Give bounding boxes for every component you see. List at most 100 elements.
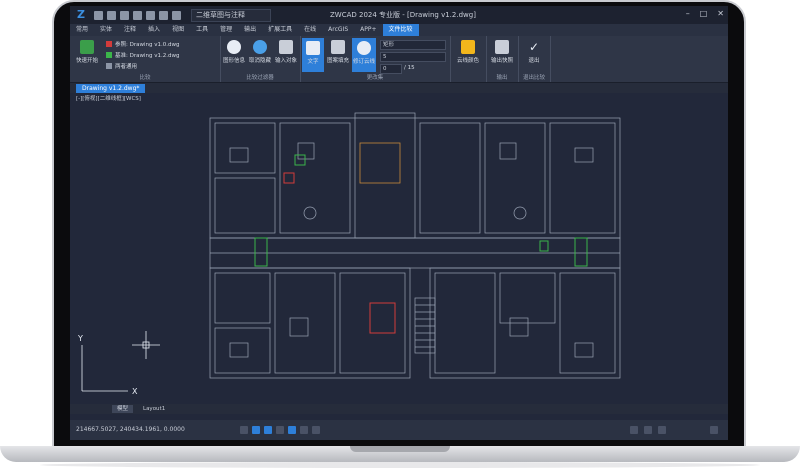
layout1-tab[interactable]: Layout1 <box>138 405 170 413</box>
layout-tabs: 模型 Layout1 <box>70 404 728 414</box>
snap-icon[interactable] <box>252 426 260 434</box>
new-file-icon[interactable] <box>94 10 103 20</box>
workspace-icon[interactable] <box>644 426 652 434</box>
ribbon-group-output: 输出快照 输出 <box>486 36 519 82</box>
ribbon-group-exit: ✓ 退出 退出比较 <box>518 36 551 82</box>
compare-button-label: 快速开始 <box>75 58 98 64</box>
cloud-color-button[interactable]: 云线颜色 <box>454 40 482 64</box>
polar-icon[interactable] <box>276 426 284 434</box>
drawing-info-button[interactable]: 图形信息 <box>222 40 246 64</box>
menu-item[interactable]: 在线 <box>298 24 322 36</box>
compare-button[interactable]: 快速开始 <box>74 40 100 64</box>
size-input[interactable]: 5 <box>380 52 446 62</box>
info-icon <box>227 40 241 54</box>
ribbon-group-color: 云线颜色 <box>450 36 487 82</box>
import-objects-button[interactable]: 输入对象 <box>274 40 298 64</box>
window-controls: – □ ✕ <box>686 9 724 18</box>
open-file-icon[interactable] <box>107 10 116 20</box>
settings-icon[interactable] <box>658 426 666 434</box>
group-label: 比较 <box>139 75 151 81</box>
menu-item[interactable]: 输出 <box>238 24 262 36</box>
zwcad-logo-icon[interactable]: Z <box>74 8 88 22</box>
revision-cloud-label: 修订云线 <box>352 59 375 65</box>
hatch-label: 图案填充 <box>326 58 349 64</box>
status-bar: 214667.5027, 240434.1961, 0.0000 <box>70 420 728 440</box>
text-icon <box>306 41 320 55</box>
menu-item[interactable]: 插入 <box>142 24 166 36</box>
maximize-icon[interactable]: □ <box>700 9 708 18</box>
reference-file-label: 参照: Drawing v1.0.dwg <box>115 42 180 48</box>
drawing-info-label: 图形信息 <box>222 58 245 64</box>
cloud-icon <box>357 41 371 55</box>
lineweight-icon[interactable] <box>312 426 320 434</box>
green-swatch <box>106 52 112 58</box>
annotation-icon[interactable] <box>630 426 638 434</box>
cloud-color-label: 云线颜色 <box>456 58 479 64</box>
document-tab[interactable]: Drawing v1.2.dwg* <box>76 84 146 93</box>
print-icon[interactable] <box>146 10 155 20</box>
base-file-label: 基准: Drawing v1.2.dwg <box>115 53 180 59</box>
base-file-row[interactable]: 基准: Drawing v1.2.dwg <box>106 51 179 59</box>
text-button[interactable]: 文字 <box>302 38 324 72</box>
group-label: 退出比较 <box>522 75 545 81</box>
menu-item-file-compare[interactable]: 文件比较 <box>382 24 419 36</box>
document-tabs: Drawing v1.2.dwg* <box>70 83 728 93</box>
otrack-icon[interactable] <box>300 426 308 434</box>
viewport-label[interactable]: [-][俯视][二维线框][WCS] <box>76 94 141 102</box>
menu-item[interactable]: 常用 <box>70 24 94 36</box>
gray-swatch <box>106 63 112 69</box>
ribbon-group-compare: 快速开始 参照: Drawing v1.0.dwg 基准: Drawing v1… <box>70 36 221 82</box>
fullscreen-icon[interactable] <box>710 426 718 434</box>
red-swatch <box>106 41 112 47</box>
reference-file-row[interactable]: 参照: Drawing v1.0.dwg <box>106 40 179 48</box>
app-screen: Z 二维草图与注释 ZWCAD 2024 专业版 - [Drawing v1.2… <box>70 6 728 440</box>
menu-item[interactable]: 扩展工具 <box>262 24 298 36</box>
undo-icon[interactable] <box>159 10 168 20</box>
coordinate-readout: 214667.5027, 240434.1961, 0.0000 <box>76 426 185 433</box>
menu-item[interactable]: APP+ <box>354 24 382 36</box>
save-as-icon[interactable] <box>133 10 142 20</box>
title-bar: Z 二维草图与注释 ZWCAD 2024 专业版 - [Drawing v1.2… <box>70 6 728 24</box>
ribbon-group-filter: 图形信息 取消隐藏 输入对象 比较过滤器 <box>220 36 301 82</box>
menu-item[interactable]: 视图 <box>166 24 190 36</box>
drawing-canvas[interactable]: X Y <box>70 93 728 401</box>
import-icon <box>279 40 293 54</box>
menu-item[interactable]: 实体 <box>94 24 118 36</box>
ribbon-group-changeset: 文字 图案填充 修订云线 矩形 5 0 / 15 更改集 <box>300 36 451 82</box>
redo-icon[interactable] <box>172 10 181 20</box>
compare-icon <box>80 40 94 54</box>
change-nav-total: / 15 <box>404 65 415 71</box>
unhide-button[interactable]: 取消隐藏 <box>248 40 272 64</box>
ortho-icon[interactable] <box>264 426 272 434</box>
y-axis-label: Y <box>77 334 83 343</box>
grid-icon[interactable] <box>240 426 248 434</box>
shape-dropdown[interactable]: 矩形 <box>380 40 446 50</box>
snapshot-label: 输出快照 <box>490 58 513 64</box>
group-label: 输出 <box>496 75 508 81</box>
save-icon[interactable] <box>120 10 129 20</box>
window-title: ZWCAD 2024 专业版 - [Drawing v1.2.dwg] <box>330 11 476 19</box>
model-tab[interactable]: 模型 <box>112 405 134 413</box>
menu-item[interactable]: 管理 <box>214 24 238 36</box>
exit-compare-button[interactable]: ✓ 退出 <box>521 40 547 64</box>
laptop-notch <box>350 446 450 452</box>
menu-item[interactable]: 注释 <box>118 24 142 36</box>
ribbon: 快速开始 参照: Drawing v1.0.dwg 基准: Drawing v1… <box>70 36 728 83</box>
unhide-label: 取消隐藏 <box>248 58 271 64</box>
checkmark-icon: ✓ <box>528 40 540 54</box>
hatch-button[interactable]: 图案填充 <box>326 40 350 64</box>
common-row[interactable]: 两者通用 <box>106 62 137 70</box>
eye-icon <box>253 40 267 54</box>
osnap-icon[interactable] <box>288 426 296 434</box>
snapshot-button[interactable]: 输出快照 <box>489 40 515 64</box>
revision-cloud-button[interactable]: 修订云线 <box>352 38 376 72</box>
hatch-icon <box>331 40 345 54</box>
common-label: 两者通用 <box>115 64 138 70</box>
menu-bar: 常用 实体 注释 插入 视图 工具 管理 输出 扩展工具 在线 ArcGIS A… <box>70 24 728 36</box>
close-icon[interactable]: ✕ <box>717 9 724 18</box>
menu-item[interactable]: 工具 <box>190 24 214 36</box>
menu-item[interactable]: ArcGIS <box>322 24 354 36</box>
exit-label: 退出 <box>528 58 540 64</box>
minimize-icon[interactable]: – <box>686 9 690 18</box>
workspace-select[interactable]: 二维草图与注释 <box>191 8 271 22</box>
